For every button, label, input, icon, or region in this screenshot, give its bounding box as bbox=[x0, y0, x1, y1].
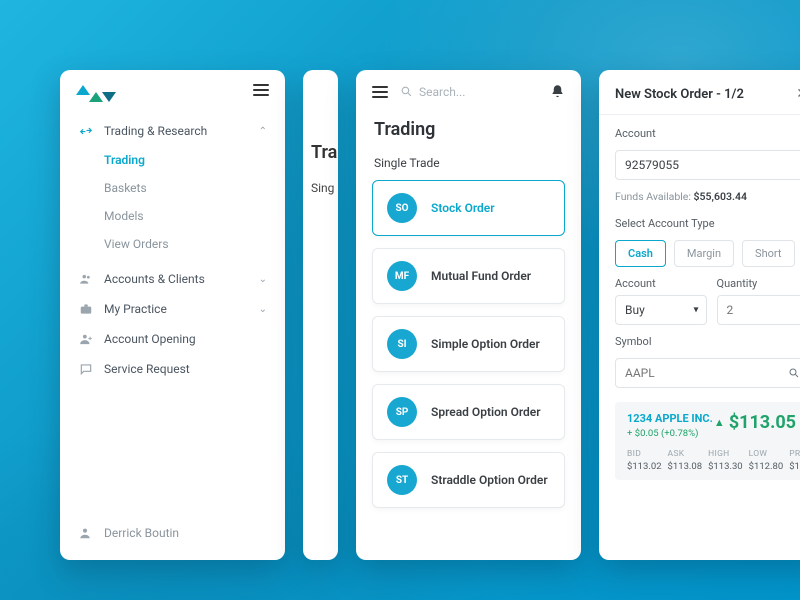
quote-bid: BID$113.02 bbox=[627, 449, 662, 472]
nav-sub-baskets[interactable]: Baskets bbox=[104, 174, 285, 202]
qty-label: Quantity bbox=[717, 277, 800, 290]
trade-badge: MF bbox=[387, 261, 417, 291]
trade-label: Simple Option Order bbox=[431, 337, 540, 351]
nav-sub-trading[interactable]: Trading bbox=[104, 146, 285, 174]
nav-label: My Practice bbox=[104, 302, 167, 316]
caret-up-icon: ▲ bbox=[714, 416, 725, 429]
search-icon[interactable] bbox=[788, 367, 800, 379]
symbol-input[interactable] bbox=[615, 358, 800, 388]
bell-icon[interactable] bbox=[550, 84, 565, 99]
card-behind-peek: Tra Sing bbox=[303, 70, 338, 560]
quote-price: ▲ $113.05 bbox=[714, 412, 796, 433]
quote-high: HIGH$113.30 bbox=[708, 449, 743, 472]
briefcase-icon bbox=[78, 302, 94, 316]
chat-icon bbox=[78, 362, 94, 376]
funds-available: Funds Available: $55,603.44 bbox=[615, 190, 800, 203]
trade-item-mf[interactable]: MF Mutual Fund Order bbox=[372, 248, 565, 304]
page-title: Trading bbox=[356, 113, 581, 142]
arrows-icon bbox=[78, 124, 94, 138]
trade-label: Mutual Fund Order bbox=[431, 269, 531, 283]
app-logo bbox=[76, 85, 122, 95]
chevron-down-icon: ⌄ bbox=[259, 274, 267, 285]
peek-title: Tra bbox=[303, 102, 338, 163]
symbol-label: Symbol bbox=[615, 335, 800, 348]
nav-label: Trading & Research bbox=[104, 124, 207, 138]
trade-label: Spread Option Order bbox=[431, 405, 541, 419]
nav-label: Accounts & Clients bbox=[104, 272, 205, 286]
trade-badge: SP bbox=[387, 397, 417, 427]
trade-badge: SO bbox=[387, 193, 417, 223]
person-plus-icon bbox=[78, 332, 94, 346]
quote-panel: 1234 APPLE INC. + $0.05 (+0.78%) ▲ $113.… bbox=[615, 402, 800, 480]
nav-drawer: Trading & Research ⌃ Trading Baskets Mod… bbox=[60, 70, 285, 560]
trade-label: Straddle Option Order bbox=[431, 473, 548, 487]
type-cash-button[interactable]: Cash bbox=[615, 240, 666, 267]
nav-user[interactable]: Derrick Boutin bbox=[60, 512, 285, 560]
quote-prev: PREV$112.88 bbox=[789, 449, 800, 472]
chevron-up-icon: ⌃ bbox=[259, 126, 267, 137]
search-icon bbox=[400, 85, 413, 98]
nav-label: Service Request bbox=[104, 362, 190, 376]
account-label: Account bbox=[615, 127, 800, 140]
chevron-down-icon: ⌄ bbox=[259, 304, 267, 315]
close-icon[interactable]: ✕ bbox=[796, 86, 800, 102]
peek-subtitle: Sing bbox=[303, 163, 338, 195]
nav-label: Account Opening bbox=[104, 332, 196, 346]
side-select[interactable] bbox=[615, 295, 707, 325]
qty-input[interactable] bbox=[717, 295, 800, 325]
nav-item-my-practice[interactable]: My Practice ⌄ bbox=[60, 294, 285, 324]
nav-item-account-opening[interactable]: Account Opening bbox=[60, 324, 285, 354]
trade-item-sp[interactable]: SP Spread Option Order bbox=[372, 384, 565, 440]
nav-item-service-request[interactable]: Service Request bbox=[60, 354, 285, 384]
trade-label: Stock Order bbox=[431, 201, 495, 215]
nav-sub-view-orders[interactable]: View Orders bbox=[104, 230, 285, 258]
order-form-card: New Stock Order - 1/2 ✕ Account Funds Av… bbox=[599, 70, 800, 560]
quote-ask: ASK$113.08 bbox=[668, 449, 703, 472]
account-input[interactable] bbox=[615, 150, 800, 180]
menu-icon[interactable] bbox=[372, 86, 388, 98]
type-short-button[interactable]: Short bbox=[742, 240, 794, 267]
nav-sub-models[interactable]: Models bbox=[104, 202, 285, 230]
quote-change: + $0.05 (+0.78%) bbox=[627, 428, 713, 439]
trade-item-st[interactable]: ST Straddle Option Order bbox=[372, 452, 565, 508]
type-margin-button[interactable]: Margin bbox=[674, 240, 734, 267]
quote-low: LOW$112.80 bbox=[749, 449, 784, 472]
nav-item-accounts-clients[interactable]: Accounts & Clients ⌄ bbox=[60, 264, 285, 294]
quote-name: 1234 APPLE INC. bbox=[627, 412, 713, 425]
trade-item-si[interactable]: SI Simple Option Order bbox=[372, 316, 565, 372]
search-input[interactable]: Search... bbox=[400, 85, 538, 99]
nav-user-name: Derrick Boutin bbox=[104, 526, 179, 540]
search-placeholder: Search... bbox=[419, 85, 465, 99]
menu-icon[interactable] bbox=[253, 84, 269, 96]
people-icon bbox=[78, 272, 94, 286]
trading-card: Search... Trading Single Trade SO Stock O… bbox=[356, 70, 581, 560]
form-title: New Stock Order - 1/2 bbox=[615, 87, 744, 102]
nav-item-trading-research[interactable]: Trading & Research ⌃ bbox=[60, 116, 285, 146]
account-type-label: Select Account Type bbox=[615, 217, 800, 230]
side-label: Account bbox=[615, 277, 707, 290]
trade-badge: ST bbox=[387, 465, 417, 495]
user-icon bbox=[78, 526, 94, 540]
section-subtitle: Single Trade bbox=[356, 142, 581, 180]
trade-item-so[interactable]: SO Stock Order bbox=[372, 180, 565, 236]
trade-badge: SI bbox=[387, 329, 417, 359]
